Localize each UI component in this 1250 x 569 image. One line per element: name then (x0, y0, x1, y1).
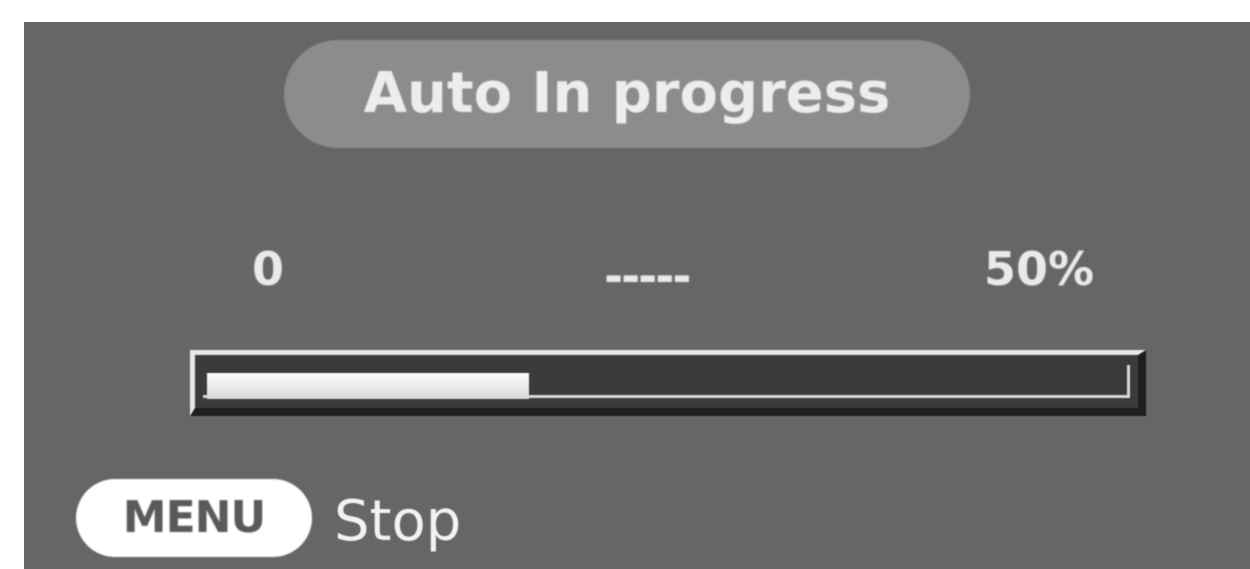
scale-max-label: 50% (984, 242, 1095, 296)
menu-button[interactable]: MENU (76, 479, 312, 557)
scale-min-label: 0 (252, 242, 285, 296)
stop-label: Stop (334, 489, 462, 554)
progress-screen: Auto In progress 0 ----- 50% MENU Stop (24, 22, 1250, 569)
progress-fill (207, 373, 529, 399)
status-title: Auto In progress (284, 40, 970, 148)
progress-bar (190, 350, 1146, 416)
scale-mid-label: ----- (604, 249, 691, 303)
